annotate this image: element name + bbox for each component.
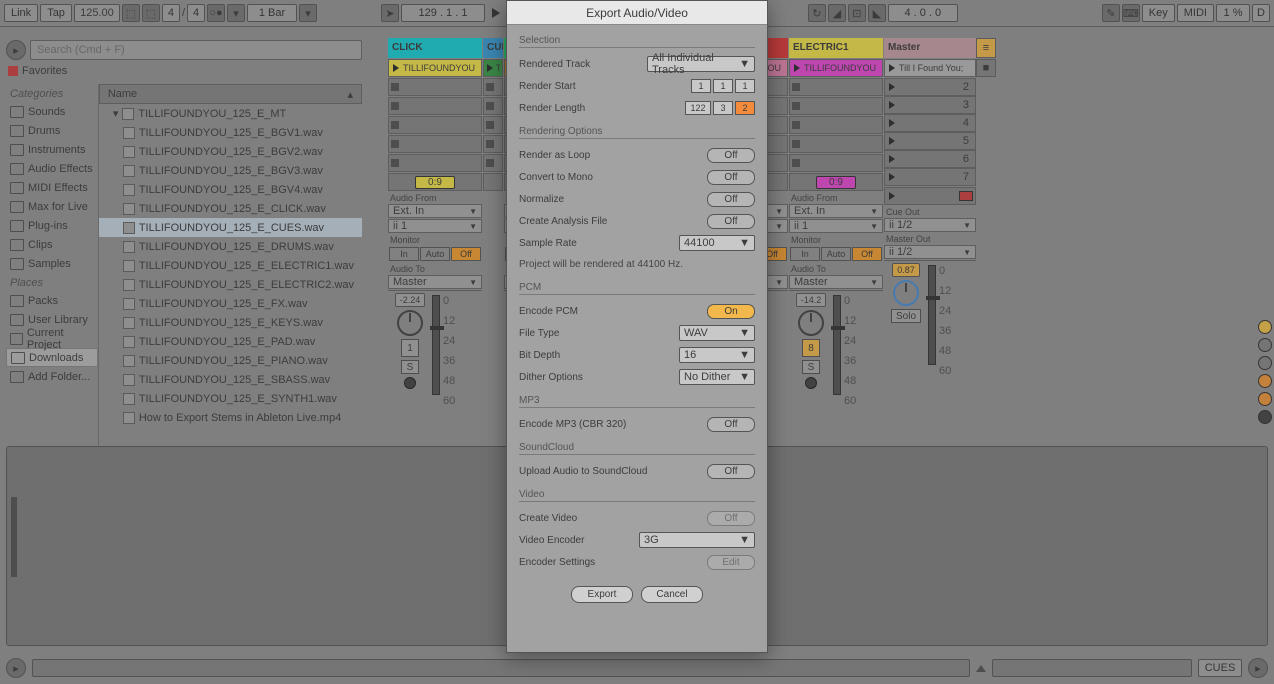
encode-pcm-label: Encode PCM: [519, 306, 578, 317]
video-encoder-label: Video Encoder: [519, 535, 584, 546]
render-len-16th[interactable]: 2: [735, 101, 755, 115]
rendering-section: Rendering Options: [519, 126, 755, 139]
file-type-select[interactable]: WAV▼: [679, 325, 755, 341]
video-section: Video: [519, 489, 755, 502]
bit-depth-label: Bit Depth: [519, 350, 560, 361]
render-length-label: Render Length: [519, 103, 585, 114]
rendered-track-label: Rendered Track: [519, 59, 590, 70]
render-start-16th[interactable]: 1: [735, 79, 755, 93]
render-start-label: Render Start: [519, 81, 576, 92]
convert-mono-label: Convert to Mono: [519, 172, 593, 183]
render-loop-toggle[interactable]: Off: [707, 148, 755, 163]
render-loop-label: Render as Loop: [519, 150, 590, 161]
render-start-beat[interactable]: 1: [713, 79, 733, 93]
rendered-track-select[interactable]: All Individual Tracks▼: [647, 56, 755, 72]
create-video-toggle[interactable]: Off: [707, 511, 755, 526]
dither-select[interactable]: No Dither▼: [679, 369, 755, 385]
selection-section: Selection: [519, 35, 755, 48]
upload-sc-label: Upload Audio to SoundCloud: [519, 466, 647, 477]
normalize-label: Normalize: [519, 194, 564, 205]
sample-rate-select[interactable]: 44100▼: [679, 235, 755, 251]
encoder-settings-label: Encoder Settings: [519, 557, 595, 568]
mp3-section: MP3: [519, 395, 755, 408]
encoder-edit-button[interactable]: Edit: [707, 555, 755, 570]
soundcloud-section: SoundCloud: [519, 442, 755, 455]
encode-mp3-label: Encode MP3 (CBR 320): [519, 419, 626, 430]
export-button[interactable]: Export: [571, 586, 633, 603]
encode-pcm-toggle[interactable]: On: [707, 304, 755, 319]
sample-rate-label: Sample Rate: [519, 238, 577, 249]
video-encoder-select[interactable]: 3G▼: [639, 532, 755, 548]
render-note: Project will be rendered at 44100 Hz.: [519, 255, 755, 274]
render-start-bar[interactable]: 1: [691, 79, 711, 93]
cancel-button[interactable]: Cancel: [641, 586, 703, 603]
file-type-label: File Type: [519, 328, 559, 339]
render-len-bar[interactable]: 122: [685, 101, 711, 115]
analysis-label: Create Analysis File: [519, 216, 607, 227]
create-video-label: Create Video: [519, 513, 577, 524]
convert-mono-toggle[interactable]: Off: [707, 170, 755, 185]
bit-depth-select[interactable]: 16▼: [679, 347, 755, 363]
upload-sc-toggle[interactable]: Off: [707, 464, 755, 479]
analysis-toggle[interactable]: Off: [707, 214, 755, 229]
render-len-beat[interactable]: 3: [713, 101, 733, 115]
dither-label: Dither Options: [519, 372, 583, 383]
dialog-title: Export Audio/Video: [507, 1, 767, 25]
export-dialog: Export Audio/Video Selection Rendered Tr…: [506, 0, 768, 653]
pcm-section: PCM: [519, 282, 755, 295]
normalize-toggle[interactable]: Off: [707, 192, 755, 207]
encode-mp3-toggle[interactable]: Off: [707, 417, 755, 432]
